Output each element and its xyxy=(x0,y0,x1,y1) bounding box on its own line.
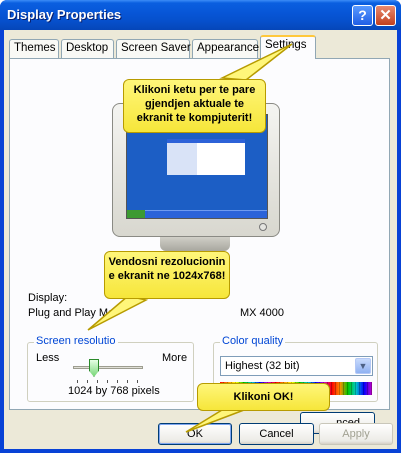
callout-ok: Klikoni OK! xyxy=(197,383,330,411)
callout-resolution: Vendosni rezolucionin e ekranit ne 1024x… xyxy=(104,251,230,299)
callout-monitor: Klikoni ketu per te pare gjendjen aktual… xyxy=(123,79,266,133)
